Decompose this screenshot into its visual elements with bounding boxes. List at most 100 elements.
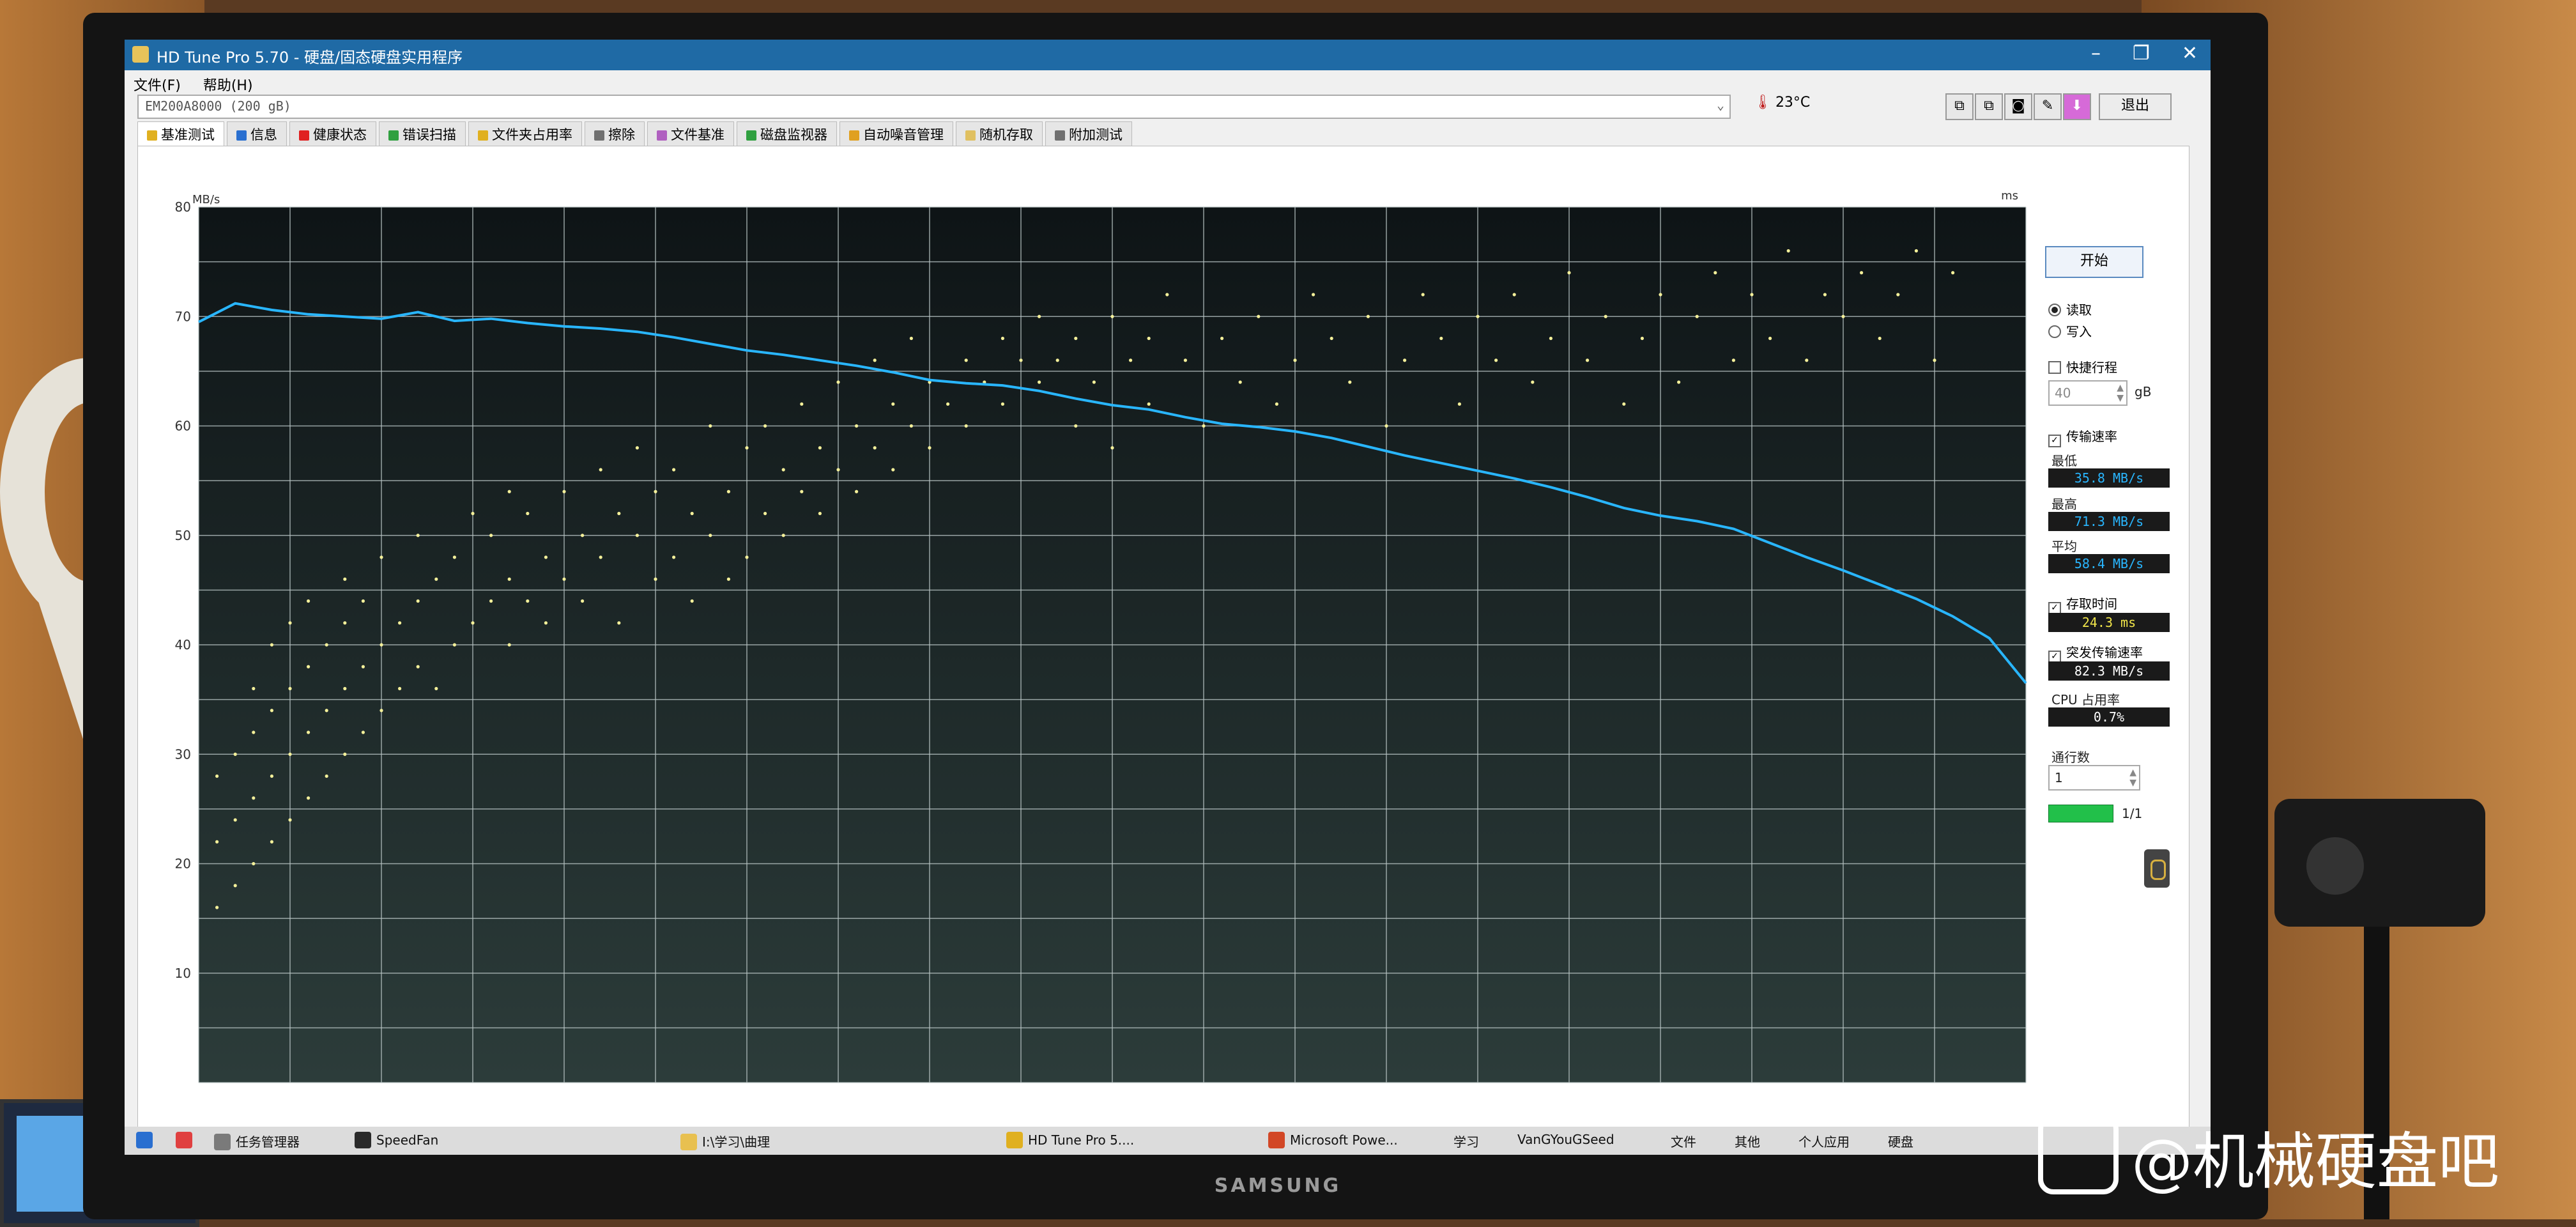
drive-select[interactable]: EM200A8000 (200 gB) ⌄: [137, 95, 1731, 119]
y-left-tick-label: 60: [175, 419, 191, 434]
access-time-point: [325, 709, 328, 713]
tab-label: 错误扫描: [402, 127, 456, 143]
access-time-point: [325, 643, 328, 647]
tab-item[interactable]: 自动噪音管理: [839, 121, 953, 146]
screenshot-button[interactable]: ◙: [2004, 93, 2032, 120]
access-time-point: [507, 643, 511, 647]
access-time-point: [745, 446, 749, 450]
access-time-point: [1092, 380, 1096, 384]
access-time-point: [1384, 424, 1388, 428]
write-radio[interactable]: 写入: [2048, 321, 2092, 340]
taskbar-label: 任务管理器: [236, 1134, 300, 1150]
tab-item[interactable]: 随机存取: [956, 121, 1043, 146]
access-time-checkbox[interactable]: ✓ 存取时间: [2048, 594, 2117, 615]
copy-info-button[interactable]: ⧉: [1945, 93, 1974, 120]
access-time-point: [489, 534, 493, 537]
access-time-point: [909, 424, 913, 428]
taskbar-hdtune[interactable]: HD Tune Pro 5....: [1006, 1132, 1134, 1148]
burst-rate-checkbox[interactable]: ✓ 突发传输速率: [2048, 642, 2143, 663]
access-time-point: [1147, 336, 1151, 341]
taskbar-toolbar-seed[interactable]: VanGYouGSeed: [1517, 1132, 1614, 1147]
access-time-point: [1512, 293, 1516, 297]
taskbar-toolbar-files[interactable]: 文件: [1671, 1132, 1696, 1150]
access-time-point: [1659, 293, 1662, 297]
exit-button[interactable]: 退出: [2099, 93, 2172, 120]
tab-item[interactable]: 擦除: [585, 121, 645, 146]
passes-input[interactable]: 1 ▲ ▼: [2048, 765, 2140, 791]
taskbar-toolbar-other[interactable]: 其他: [1735, 1132, 1760, 1150]
tab-label: 磁盘监视器: [760, 127, 827, 143]
access-time-point: [781, 534, 785, 537]
tab-bar: 基准测试 信息 健康状态 错误扫描 文件夹占用率 擦除 文件基准 磁盘监视器 自动噪音管理 随机存…: [137, 121, 2195, 146]
title-bar: HD Tune Pro 5.70 - 硬盘/固态硬盘实用程序 – ❐ ✕: [125, 40, 2211, 70]
tab-item[interactable]: 磁盘监视器: [737, 121, 837, 146]
close-button[interactable]: ✕: [2182, 42, 2198, 65]
burst-rate-label: 突发传输速率: [2066, 645, 2143, 660]
tab-item[interactable]: 健康状态: [289, 121, 376, 146]
access-time-point: [1330, 336, 1333, 341]
access-time-point: [635, 446, 640, 450]
start-button-windows[interactable]: [136, 1132, 158, 1148]
access-time-point: [416, 665, 420, 668]
tab-label: 信息: [250, 127, 277, 143]
max-value: 71.3 MB/s: [2048, 512, 2170, 531]
taskbar-toolbar-personal[interactable]: 个人应用: [1798, 1132, 1850, 1150]
mouse-icon: [2150, 860, 2166, 880]
maximize-button[interactable]: ❐: [2133, 42, 2150, 65]
webcam: [2274, 799, 2485, 927]
hdtune-icon: [1006, 1132, 1023, 1148]
tab-item[interactable]: 错误扫描: [379, 121, 466, 146]
start-button[interactable]: 开始: [2045, 246, 2143, 278]
save-button[interactable]: ⬇: [2063, 93, 2091, 120]
access-time-label: 存取时间: [2066, 596, 2117, 612]
options-button[interactable]: ✎: [2034, 93, 2062, 120]
taskbar-app[interactable]: [176, 1132, 197, 1148]
tab-icon: [299, 130, 309, 141]
y-left-tick-label: 10: [175, 966, 191, 981]
access-time-point: [343, 752, 347, 756]
short-stroke-checkbox[interactable]: 快捷行程: [2048, 357, 2117, 376]
taskbar-task-manager[interactable]: 任务管理器: [214, 1132, 300, 1150]
transfer-rate-checkbox[interactable]: ✓ 传输速率: [2048, 426, 2117, 447]
tab-item[interactable]: 文件基准: [647, 121, 734, 146]
access-time-point: [599, 468, 602, 472]
minimize-button[interactable]: –: [2091, 42, 2101, 65]
tab-item[interactable]: 信息: [227, 121, 287, 146]
access-time-point: [270, 774, 273, 778]
access-time-point: [379, 643, 383, 647]
menu-help[interactable]: 帮助(H): [203, 74, 253, 95]
copy-all-button[interactable]: ⧉: [1975, 93, 2003, 120]
taskbar-toolbar-study[interactable]: 学习: [1453, 1132, 1479, 1150]
menu-file[interactable]: 文件(F): [134, 74, 181, 95]
tab-icon: [388, 130, 399, 141]
access-time-point: [1586, 359, 1590, 362]
access-time-point: [1786, 249, 1790, 253]
taskbar-powerpoint[interactable]: Microsoft Powe...: [1268, 1132, 1398, 1148]
side-grip[interactable]: [2144, 849, 2170, 888]
access-time-point: [526, 599, 530, 603]
watermark-text: @机械硬盘吧: [2131, 1126, 2499, 1198]
access-time-point: [1768, 336, 1772, 341]
spinner-icon: ▲ ▼: [2117, 383, 2124, 403]
access-time-point: [1202, 424, 1206, 428]
tab-item[interactable]: 文件夹占用率: [468, 121, 582, 146]
taskbar-folder[interactable]: I:\学习\曲理: [680, 1132, 770, 1150]
read-radio[interactable]: 读取: [2048, 300, 2092, 318]
access-time-point: [1110, 314, 1114, 318]
access-time-point: [562, 490, 566, 493]
short-stroke-input[interactable]: 40 ▲ ▼: [2048, 380, 2128, 406]
access-time-point: [1567, 271, 1571, 275]
tab-item[interactable]: 基准测试: [137, 121, 224, 146]
access-time-point: [288, 686, 292, 691]
taskbar-speedfan[interactable]: SpeedFan: [355, 1132, 438, 1148]
access-time-point: [1457, 402, 1461, 406]
access-time-point: [690, 511, 694, 516]
access-time-point: [928, 446, 931, 450]
taskbar-label: SpeedFan: [376, 1132, 439, 1148]
tab-item[interactable]: 附加测试: [1045, 121, 1132, 146]
access-time-point: [1439, 336, 1443, 341]
task-manager-icon: [214, 1134, 231, 1150]
avg-label: 平均: [2051, 539, 2077, 554]
taskbar-toolbar-disk[interactable]: 硬盘: [1888, 1132, 1913, 1150]
access-time-point: [325, 774, 328, 778]
